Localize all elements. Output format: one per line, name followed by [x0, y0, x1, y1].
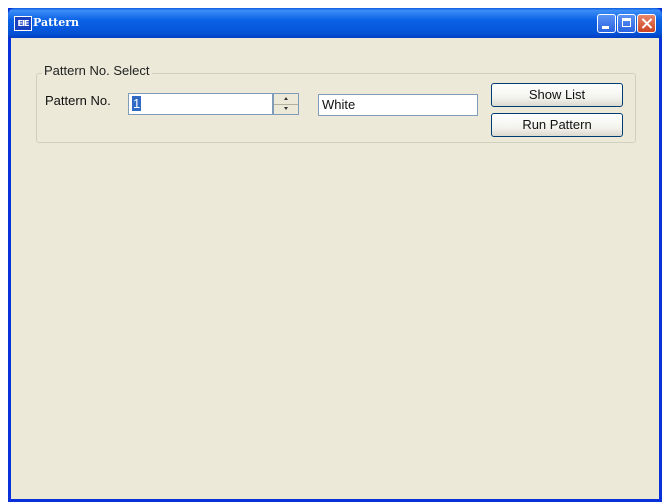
run-pattern-button[interactable]: Run Pattern: [491, 113, 623, 137]
pattern-no-spinner: [273, 93, 299, 115]
title-bar[interactable]: EIE Pattern: [8, 8, 662, 38]
close-button[interactable]: [637, 14, 656, 33]
spin-down-button[interactable]: [274, 104, 298, 114]
maximize-button[interactable]: [617, 14, 636, 33]
window-title: Pattern: [33, 16, 80, 29]
pattern-no-value: 1: [132, 96, 142, 111]
show-list-button[interactable]: Show List: [491, 83, 623, 107]
pattern-window: EIE Pattern Pattern No. Select Pattern N…: [8, 8, 662, 502]
minimize-button[interactable]: [597, 14, 616, 33]
app-logo-icon: EIE: [14, 16, 32, 31]
client-area: Pattern No. Select Pattern No. 1 White S…: [11, 38, 659, 499]
pattern-no-input[interactable]: 1: [128, 93, 273, 115]
pattern-no-label: Pattern No.: [45, 93, 111, 108]
group-legend: Pattern No. Select: [42, 63, 152, 78]
pattern-name-field[interactable]: White: [318, 94, 478, 116]
